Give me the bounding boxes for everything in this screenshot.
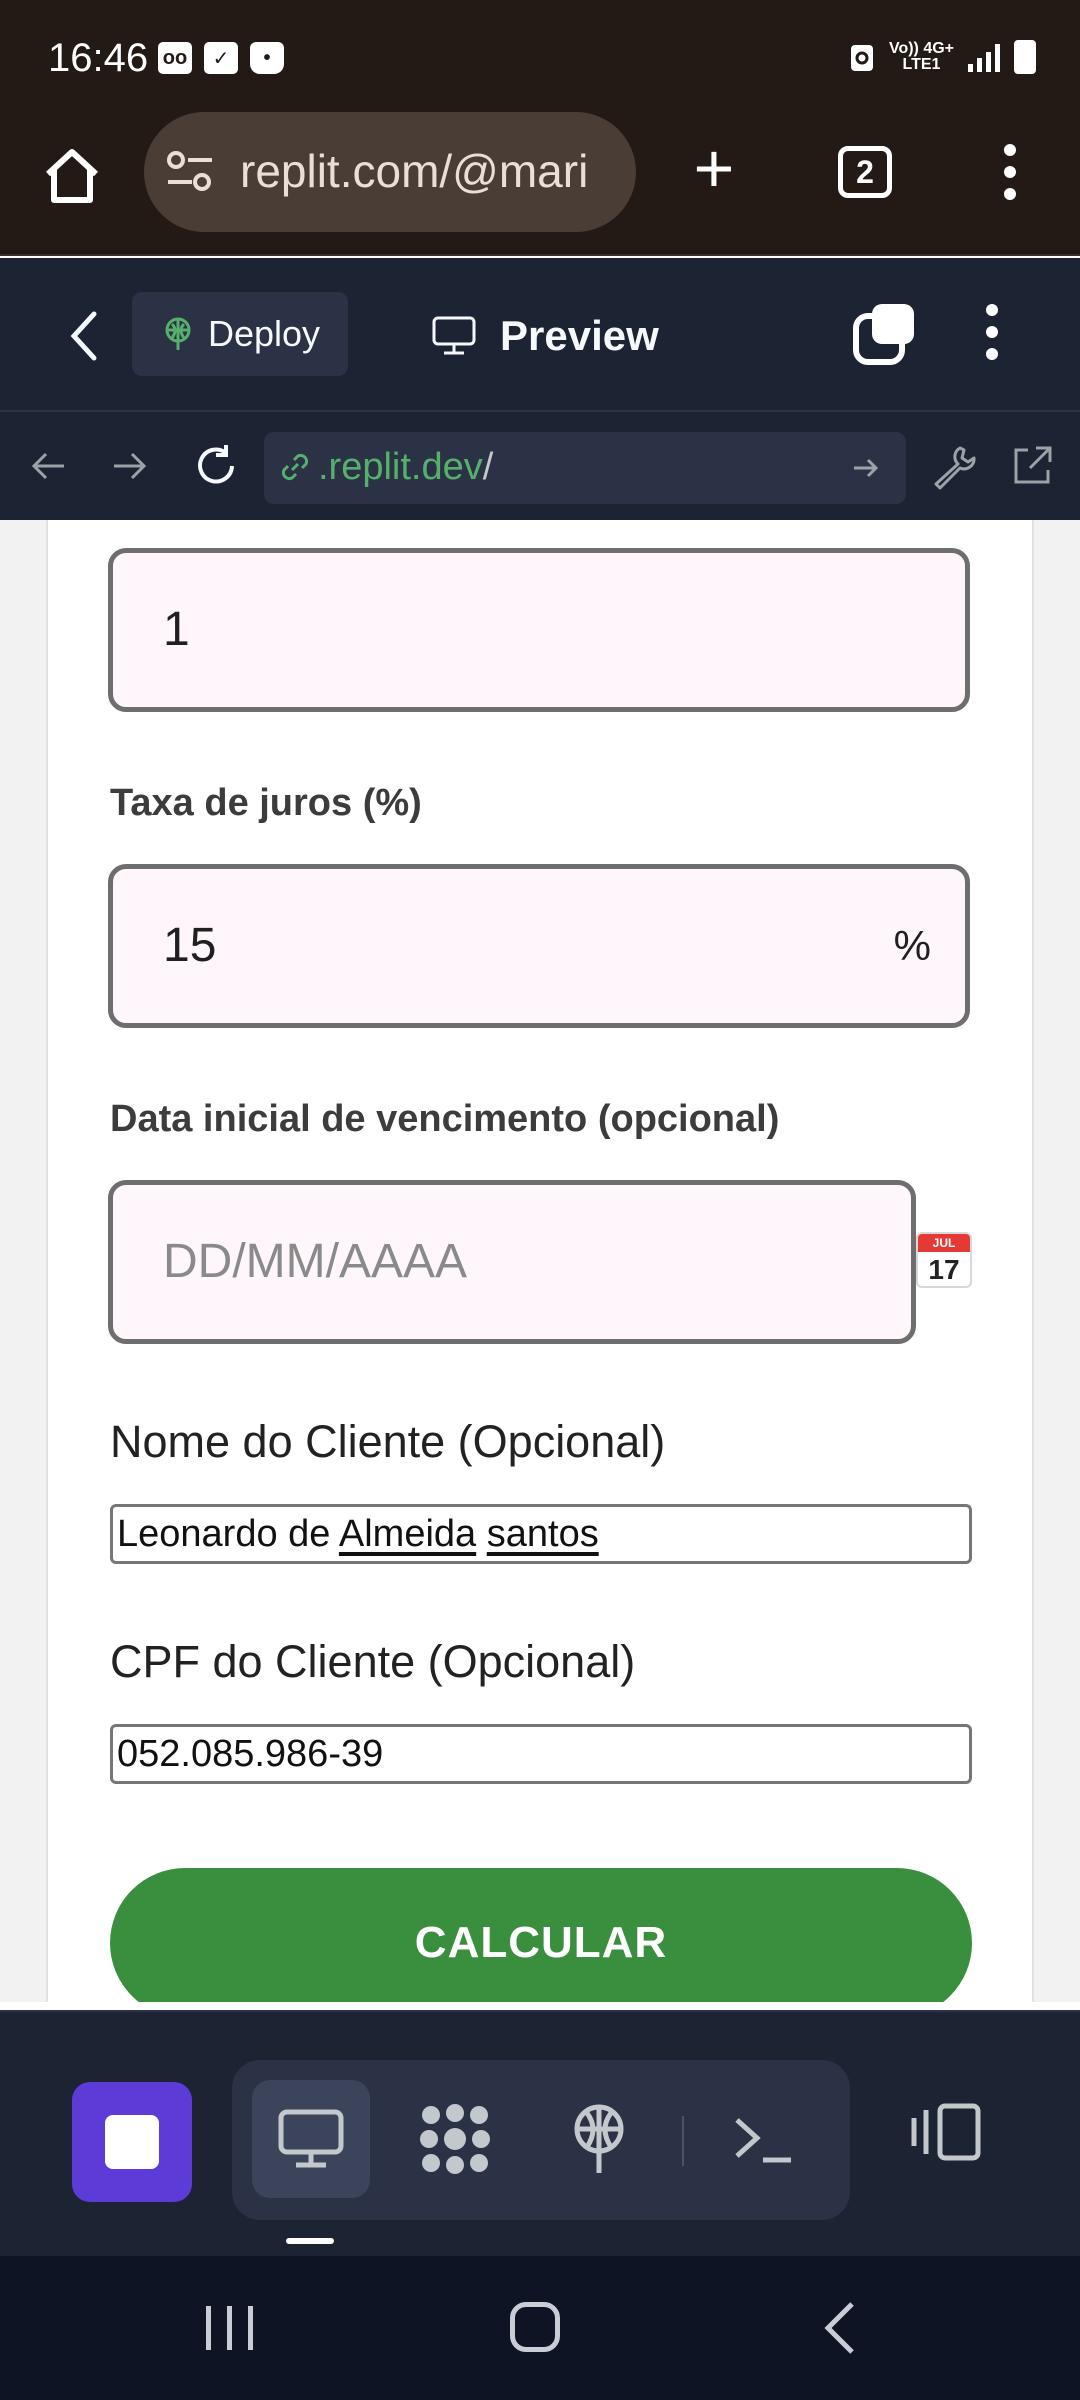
shopping-bag-icon: • bbox=[250, 42, 284, 74]
tune-icon[interactable] bbox=[166, 150, 214, 194]
tabs-icon[interactable]: 2 bbox=[838, 146, 892, 198]
preview-label: Preview bbox=[500, 312, 659, 359]
client-name-label: Nome do Cliente (Opcional) bbox=[110, 1416, 666, 1467]
preview-url-bar[interactable]: .replit.dev/ bbox=[264, 432, 906, 504]
client-name-part: Almeida bbox=[338, 1513, 477, 1555]
browser-url-bar[interactable]: replit.com/@mari bbox=[144, 112, 636, 232]
chevron-left-icon[interactable] bbox=[64, 308, 108, 364]
plus-icon: + bbox=[693, 129, 735, 207]
status-bar: 16:46 oo ✓ • Vo)) 4G+ LTE1 bbox=[0, 0, 1080, 120]
check-icon: ✓ bbox=[204, 42, 238, 74]
go-arrow-icon[interactable] bbox=[850, 452, 882, 484]
sync-icon bbox=[850, 45, 873, 71]
preview-url-text: .replit.dev/ bbox=[318, 446, 494, 488]
client-cpf-label: CPF do Cliente (Opcional) bbox=[110, 1636, 636, 1687]
interest-label: Taxa de juros (%) bbox=[110, 782, 422, 824]
due-date-label: Data inicial de vencimento (opcional) bbox=[110, 1098, 780, 1140]
client-cpf-value: 052.085.986-39 bbox=[117, 1733, 384, 1775]
more-icon[interactable] bbox=[990, 144, 1030, 200]
interest-value: 15 bbox=[163, 919, 217, 972]
tool-preview[interactable] bbox=[252, 2080, 370, 2198]
calendar-day: 17 bbox=[928, 1254, 960, 1285]
tool-group bbox=[232, 2060, 850, 2220]
voicemail-icon: oo bbox=[158, 42, 192, 74]
client-cpf-input[interactable]: 052.085.986-39 bbox=[110, 1724, 972, 1784]
active-tab-indicator bbox=[286, 2238, 334, 2244]
deploy-button[interactable]: Deploy bbox=[132, 292, 348, 376]
preview-toolbar: .replit.dev/ bbox=[0, 410, 1080, 520]
tool-deployments[interactable] bbox=[540, 2080, 658, 2198]
calculate-button[interactable]: CALCULAR bbox=[110, 1868, 972, 2002]
network-label: Vo)) 4G+ LTE1 bbox=[888, 40, 954, 73]
period-input[interactable]: 1 bbox=[108, 548, 970, 712]
calendar-month: JUL bbox=[918, 1234, 970, 1252]
system-icons: Vo)) 4G+ LTE1 bbox=[849, 40, 1036, 74]
client-name-part: Leonardo de bbox=[117, 1513, 339, 1555]
preview-page: 1 Taxa de juros (%) 15 % Data inicial de… bbox=[0, 520, 1080, 2002]
deploy-globe-icon bbox=[574, 2104, 624, 2173]
form-card: 1 Taxa de juros (%) 15 % Data inicial de… bbox=[46, 520, 1034, 2002]
terminal-icon bbox=[735, 2118, 791, 2163]
browser-url-text: replit.com/@mari bbox=[240, 145, 589, 197]
windows-icon[interactable] bbox=[852, 302, 916, 366]
period-value: 1 bbox=[163, 603, 190, 656]
tool-shell[interactable] bbox=[704, 2080, 822, 2198]
client-name-part: santos bbox=[486, 1513, 599, 1555]
back-nav-icon[interactable] bbox=[820, 2300, 860, 2356]
system-nav-bar bbox=[0, 2256, 1080, 2400]
tool-packages[interactable] bbox=[396, 2080, 514, 2198]
reload-icon[interactable] bbox=[192, 442, 240, 490]
stop-button[interactable] bbox=[72, 2082, 192, 2202]
replit-bottom-toolbar bbox=[0, 2010, 1080, 2256]
client-name-part bbox=[476, 1513, 487, 1555]
percent-suffix: % bbox=[893, 922, 931, 969]
monitor-icon bbox=[278, 2109, 344, 2168]
signal-icon bbox=[968, 42, 1000, 72]
home-nav-icon[interactable] bbox=[510, 2302, 560, 2352]
calendar-icon[interactable]: JUL 17 bbox=[916, 1232, 972, 1288]
deploy-icon bbox=[165, 317, 191, 350]
deploy-label: Deploy bbox=[208, 313, 321, 354]
replit-header: Deploy Preview bbox=[0, 258, 1080, 410]
wrench-icon[interactable] bbox=[930, 442, 978, 490]
monitor-icon bbox=[432, 316, 476, 355]
tab-count: 2 bbox=[856, 153, 874, 190]
home-icon[interactable] bbox=[40, 144, 104, 208]
due-date-placeholder: DD/MM/AAAA bbox=[163, 1235, 468, 1288]
panel-icon[interactable] bbox=[910, 2102, 982, 2162]
link-icon bbox=[281, 453, 309, 481]
arrow-left-icon[interactable] bbox=[28, 446, 68, 486]
tab-preview[interactable]: Preview bbox=[432, 308, 659, 364]
client-name-input[interactable]: Leonardo de Almeida santos bbox=[110, 1504, 972, 1564]
arrow-right-icon[interactable] bbox=[110, 446, 150, 486]
status-time: 16:46 bbox=[48, 36, 149, 80]
new-tab-button[interactable]: + bbox=[684, 133, 744, 203]
open-external-icon[interactable] bbox=[1008, 442, 1056, 490]
due-date-input[interactable]: DD/MM/AAAA bbox=[108, 1180, 916, 1344]
packages-icon bbox=[420, 2104, 490, 2174]
recent-apps-icon[interactable] bbox=[206, 2306, 253, 2350]
notification-icons: oo ✓ • bbox=[158, 42, 284, 74]
replit-more-icon[interactable] bbox=[982, 304, 1002, 368]
stop-icon bbox=[105, 2115, 159, 2169]
tool-divider bbox=[682, 2116, 684, 2166]
battery-icon bbox=[1014, 40, 1036, 74]
interest-input[interactable]: 15 % bbox=[108, 864, 970, 1028]
